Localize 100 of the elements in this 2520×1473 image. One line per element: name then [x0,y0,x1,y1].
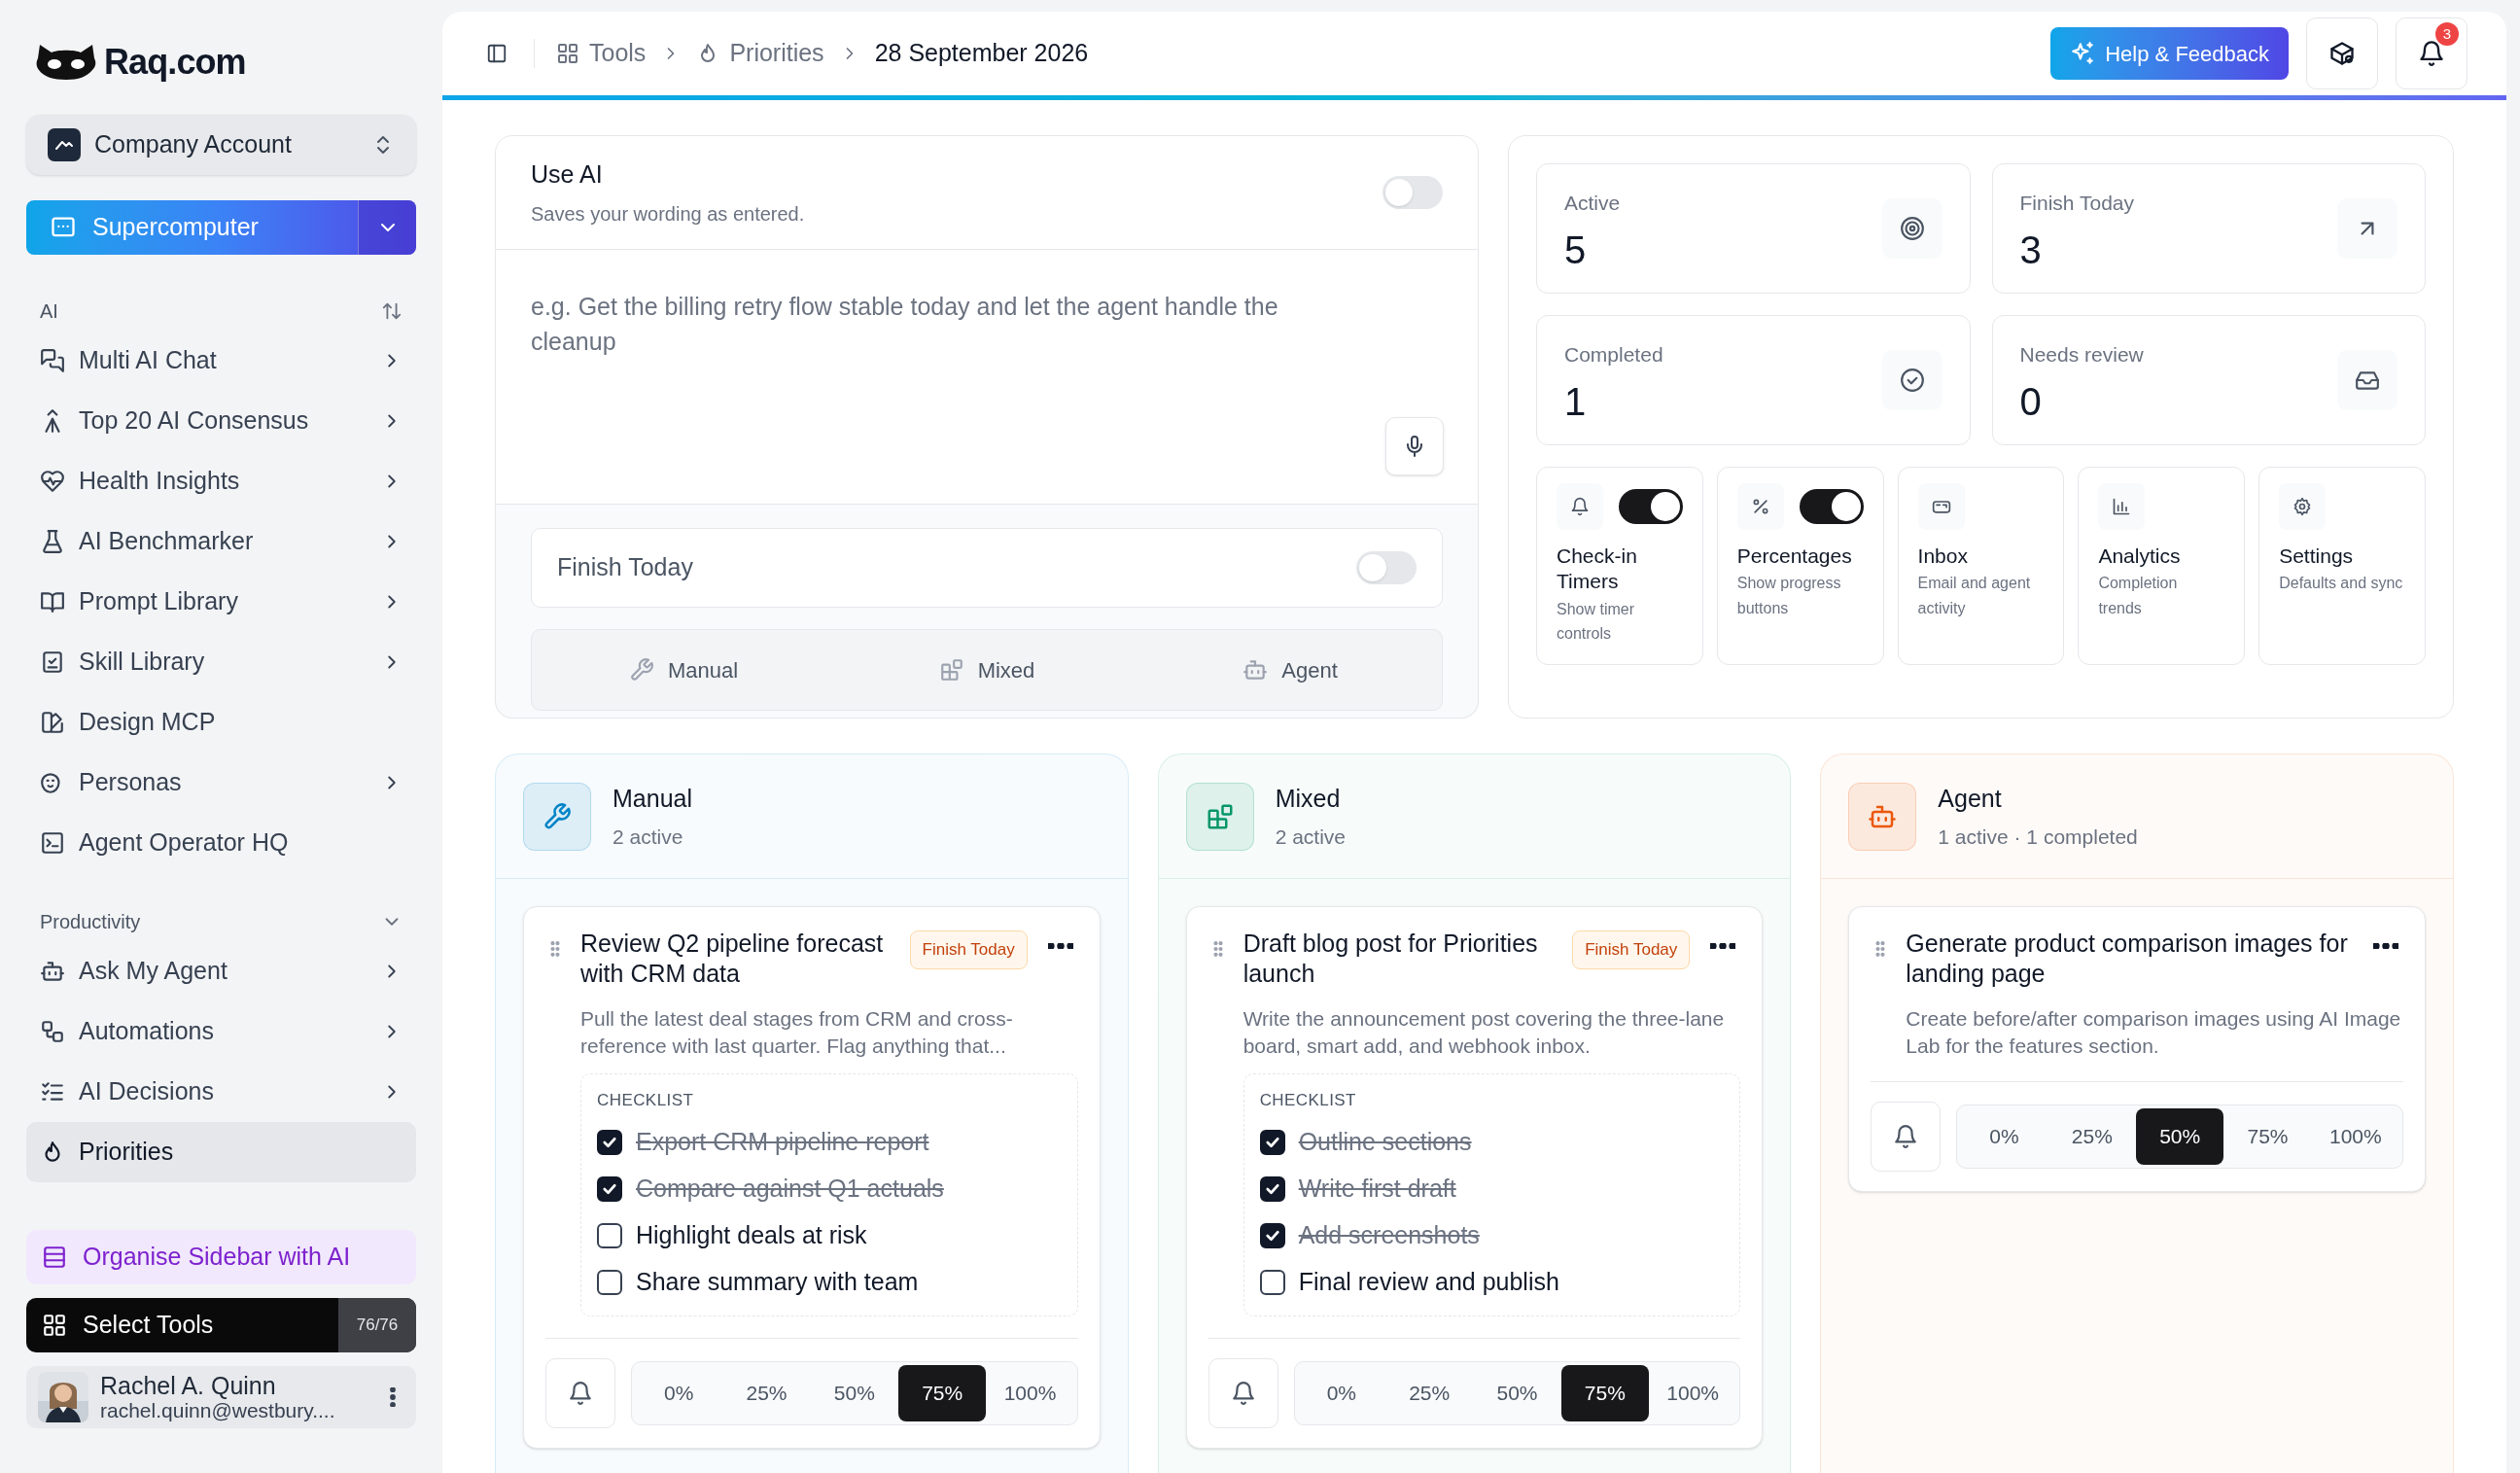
notifications-button[interactable]: 3 [2396,18,2468,89]
select-tools-button[interactable]: Select Tools 76/76 [26,1298,416,1352]
stat-value: 1 [1564,381,1588,421]
sidebar-item[interactable]: Prompt Library [26,572,416,632]
progress-option[interactable]: 100% [2311,1108,2399,1166]
feature-card[interactable]: Analytics Completion trends [2078,467,2246,665]
toggle-switch[interactable] [1618,489,1683,524]
feature-card[interactable]: Settings Defaults and sync [2258,467,2426,665]
progress-option[interactable]: 25% [1385,1364,1474,1421]
flask-icon [40,529,65,554]
progress-option[interactable]: 0% [635,1364,723,1421]
sidebar-item[interactable]: Priorities [26,1122,416,1182]
feature-card[interactable]: Inbox Email and agent activity [1897,467,2065,665]
progress-option[interactable]: 75% [2223,1108,2312,1166]
checkbox[interactable] [1259,1269,1285,1295]
organise-sidebar-button[interactable]: Organise Sidebar with AI [26,1230,416,1284]
bell-icon [1893,1124,1919,1150]
sidebar-item[interactable]: Agent Operator HQ [26,813,416,873]
checklist-item[interactable]: Export CRM pipeline report [597,1118,1062,1166]
kebab-icon [390,1387,396,1407]
sidebar-item[interactable]: Ask My Agent [26,941,416,1001]
sidebar-item[interactable]: Personas [26,753,416,813]
task-title: Generate product comparison images for landing page [1906,929,2349,990]
checklist-item[interactable]: Outline sections [1259,1118,1725,1166]
reminder-button[interactable] [1871,1102,1942,1173]
checklist-heading: CHECKLIST [1259,1090,1357,1112]
breadcrumb-link[interactable]: 28 September 2026 [874,35,1089,72]
checklist-heading: CHECKLIST [597,1090,695,1112]
checkbox[interactable] [597,1175,622,1202]
checkbox[interactable] [597,1129,622,1155]
checklist-icon [40,649,65,675]
account-switcher[interactable]: Company Account [26,115,416,175]
help-feedback-button[interactable]: Help & Feedback [2050,27,2289,80]
mode-option[interactable]: Manual [532,630,835,710]
toggle-switch[interactable] [1799,489,1864,524]
progress-option[interactable]: 25% [2048,1108,2136,1166]
toggle-switch[interactable] [1382,176,1443,209]
task-input-field[interactable]: e.g. Get the billing retry flow stable today and let the agent handle the cleanup [495,250,1479,505]
progress-option[interactable]: 75% [898,1364,987,1421]
progress-option[interactable]: 50% [2136,1108,2224,1166]
sidebar-item[interactable]: Multi AI Chat [26,331,416,391]
checklist-item[interactable]: Highlight deals at risk [597,1211,1062,1259]
reminder-button[interactable] [545,1357,615,1428]
checkbox[interactable] [1259,1222,1285,1248]
feature-description: Defaults and sync [2279,574,2404,594]
sparkle-icon [2070,41,2096,66]
progress-option[interactable]: 50% [1473,1364,1561,1421]
stat-label: Active [1564,191,1622,217]
bell-icon [1230,1380,1256,1406]
sort-icon [381,300,402,322]
ellipsis-icon [2373,943,2398,949]
lane-subtitle: 1 active · 1 completed [1938,824,2138,850]
sidebar-item[interactable]: AI Decisions [26,1062,416,1122]
progress-option[interactable]: 0% [1960,1108,2048,1166]
checklist-item[interactable]: Write first draft [1259,1165,1725,1212]
user-email: rachel.quinn@westbury.... [100,1399,336,1423]
sidebar-item[interactable]: AI Benchmarker [26,511,416,572]
book-icon [40,589,65,614]
arrow-up-right-icon [2337,198,2398,259]
progress-option[interactable]: 100% [1649,1364,1737,1421]
checkbox[interactable] [1259,1129,1285,1155]
progress-option[interactable]: 75% [1560,1364,1649,1421]
breadcrumb-link[interactable]: Priorities [696,35,824,72]
sidebar-toggle-icon [486,43,508,64]
lane-subtitle: 2 active [1275,824,1347,850]
breadcrumb-link[interactable]: Tools [556,35,647,72]
feature-title: Inbox [1917,544,1969,569]
sidebar-item[interactable]: Automations [26,1001,416,1062]
microphone-button[interactable] [1385,417,1444,475]
progress-option[interactable]: 100% [986,1364,1074,1421]
checkbox[interactable] [597,1222,622,1248]
mode-option[interactable]: Mixed [835,630,1138,710]
checklist-item[interactable]: Final review and publish [1259,1258,1725,1306]
lane-subtitle: 2 active [612,824,684,850]
sidebar-item[interactable]: Top 20 AI Consensus [26,391,416,451]
feature-title: Percentages [1736,544,1853,569]
progress-option[interactable]: 0% [1297,1364,1385,1421]
reminder-button[interactable] [1208,1357,1278,1428]
sidebar-item[interactable]: Health Insights [26,451,416,511]
checklist-item[interactable]: Add screenshots [1259,1211,1725,1259]
toggle-switch[interactable] [1356,551,1417,584]
checkbox[interactable] [1259,1175,1285,1202]
checkbox[interactable] [597,1269,622,1295]
package-search-button[interactable] [2306,18,2378,89]
progress-option[interactable]: 25% [722,1364,811,1421]
stat-value: 5 [1564,229,1588,269]
sidebar-item[interactable]: Design MCP [26,692,416,753]
stat-value: 3 [2019,229,2043,269]
progress-option[interactable]: 50% [810,1364,898,1421]
ellipsis-icon [1710,943,1736,949]
bar-chart-icon [2098,483,2146,530]
chat-bubbles-icon [40,348,65,373]
target-icon [1881,198,1942,259]
mode-option[interactable]: Agent [1138,630,1442,710]
sidebar-item[interactable]: Skill Library [26,632,416,692]
checklist-item[interactable]: Compare against Q1 actuals [597,1165,1062,1212]
logo-icon [36,43,96,82]
percent-icon [1736,483,1784,530]
checklist-item[interactable]: Share summary with team [597,1258,1062,1306]
rows-icon [42,1245,67,1270]
